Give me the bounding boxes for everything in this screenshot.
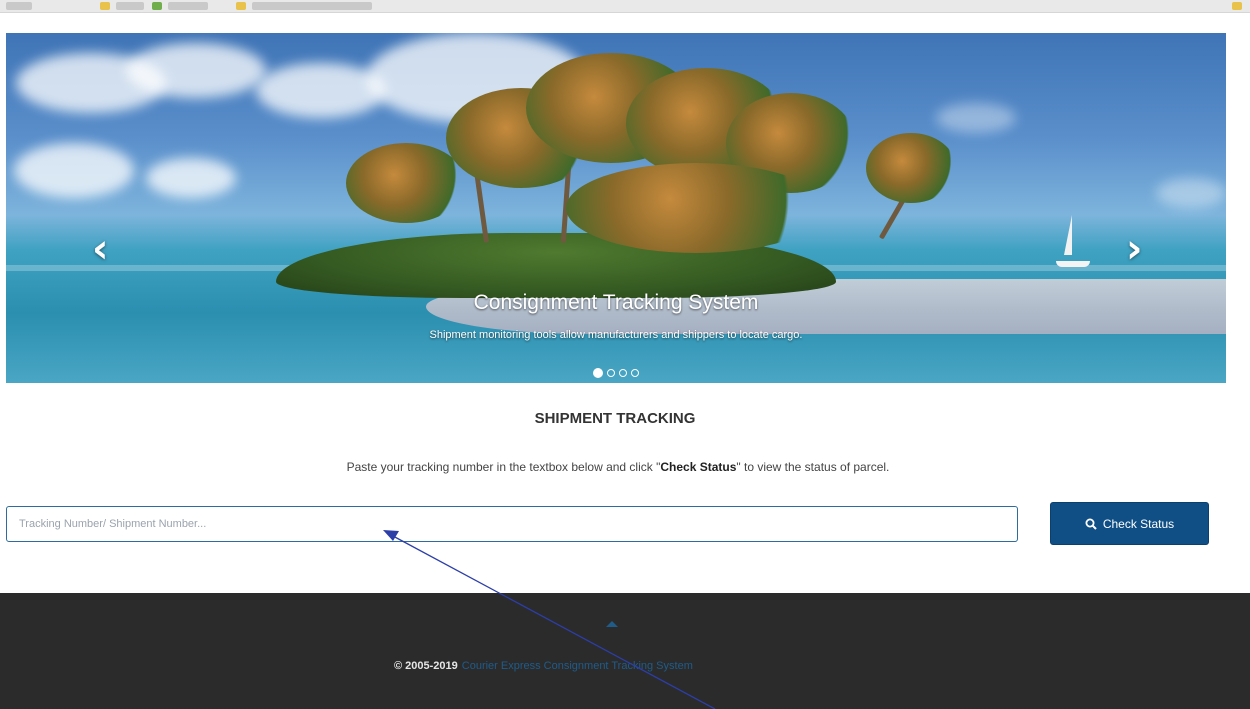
bookmark-item[interactable] (252, 2, 372, 10)
chevron-left-icon: ‹ (92, 226, 109, 272)
palm-canopy (566, 163, 826, 253)
copyright-text: © 2005-2019 (394, 660, 458, 672)
section-heading: SHIPMENT TRACKING (534, 410, 696, 427)
tracking-instructions: Paste your tracking number in the textbo… (0, 460, 1236, 474)
carousel-next-button[interactable]: › (1126, 229, 1142, 269)
instruction-text: " to view the status of parcel. (736, 460, 890, 474)
cloud (936, 103, 1016, 133)
cloud (146, 158, 236, 198)
bookmark-item[interactable] (116, 2, 144, 10)
hero-carousel: ‹ › Consignment Tracking System Shipment… (6, 33, 1226, 383)
palm-canopy (346, 143, 466, 223)
chevron-up-icon[interactable] (606, 621, 618, 627)
carousel-indicator-4[interactable] (631, 369, 639, 377)
check-status-label: Check Status (1102, 516, 1175, 531)
sailboat-hull (1056, 261, 1090, 267)
carousel-indicators (6, 368, 1226, 378)
bookmark-item[interactable] (6, 2, 32, 10)
carousel-text: Shipment monitoring tools allow manufact… (429, 329, 803, 341)
carousel-indicator-3[interactable] (619, 369, 627, 377)
sailboat (1064, 215, 1072, 255)
carousel-indicator-2[interactable] (607, 369, 615, 377)
copyright: © 2005-2019 Courier Express Consignment T… (394, 660, 693, 672)
cloud (1156, 178, 1226, 208)
bookmark-folder-icon[interactable] (1232, 2, 1242, 10)
cloud (14, 143, 134, 198)
carousel-prev-button[interactable]: ‹ (92, 229, 108, 269)
carousel-caption: Consignment Tracking System Shipment mon… (6, 291, 1226, 341)
chevron-right-icon: › (1126, 226, 1143, 272)
bookmark-item[interactable] (168, 2, 208, 10)
instruction-bold-text: Check Status (660, 460, 737, 474)
carousel-title: Consignment Tracking System (473, 291, 759, 314)
carousel-indicator-1[interactable] (593, 368, 603, 378)
bookmark-folder-icon[interactable] (100, 2, 110, 10)
search-icon (1085, 518, 1097, 530)
cloud (126, 43, 266, 98)
tracking-number-input[interactable] (6, 506, 1018, 542)
footer-link[interactable]: Courier Express Consignment Tracking Sys… (462, 660, 693, 672)
bookmark-icon[interactable] (152, 2, 162, 10)
page-footer: © 2005-2019 Courier Express Consignment T… (0, 593, 1250, 709)
check-status-button[interactable]: Check Status (1050, 502, 1209, 545)
bookmark-folder-icon[interactable] (236, 2, 246, 10)
palm-canopy (866, 133, 956, 203)
instruction-text: Paste your tracking number in the textbo… (346, 460, 661, 474)
browser-bookmarks-strip (0, 0, 1250, 13)
